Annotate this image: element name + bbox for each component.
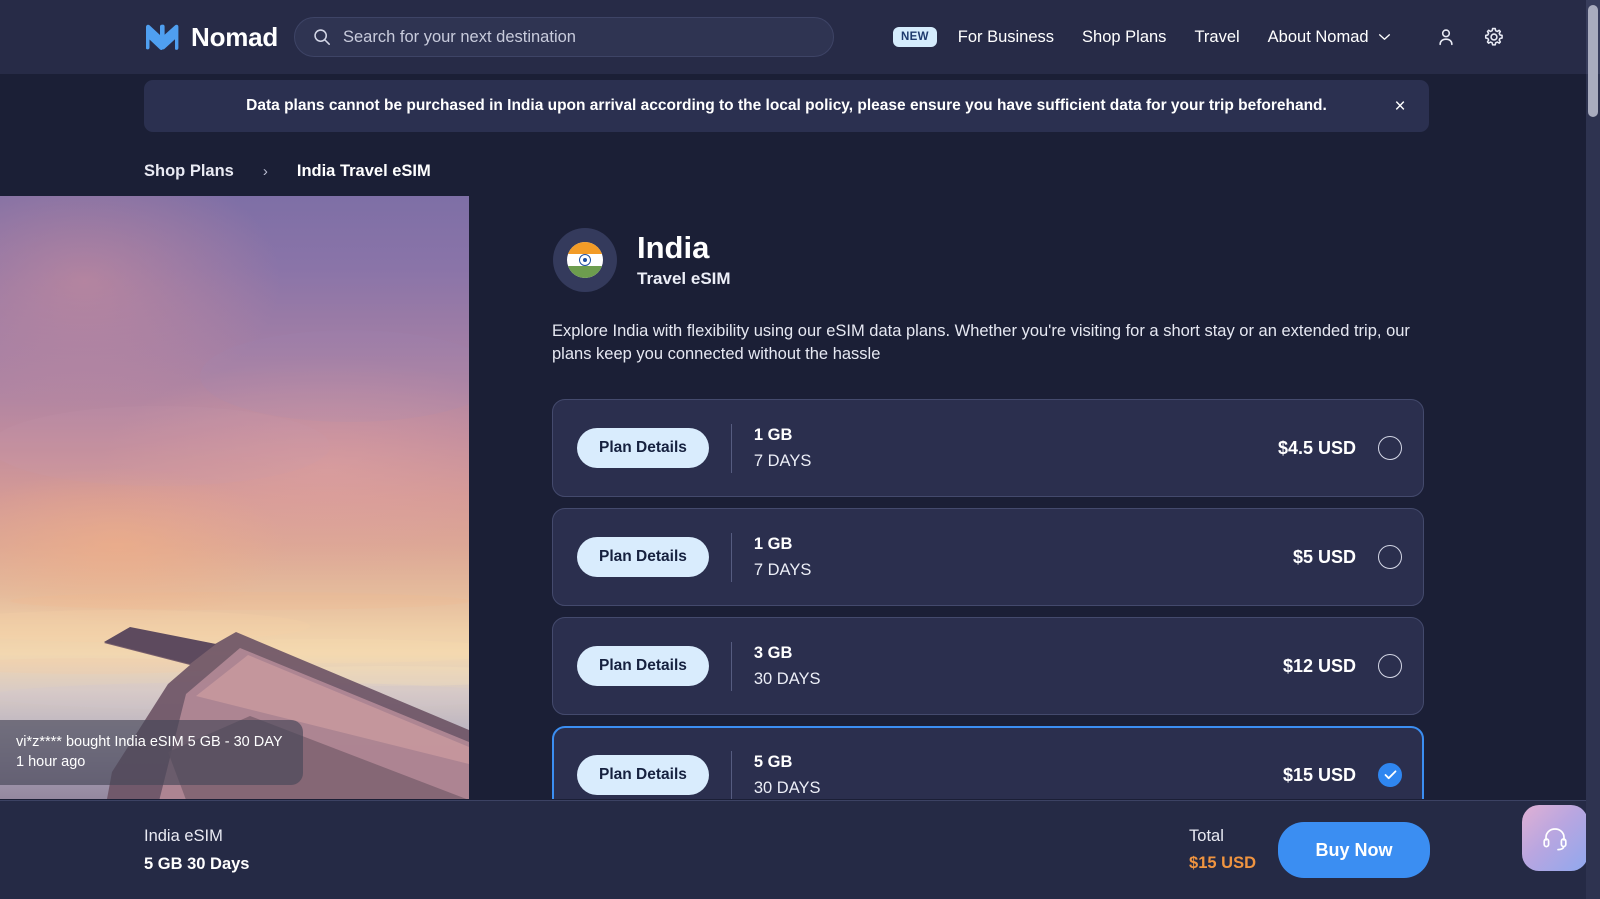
ashoka-chakra-icon xyxy=(579,254,591,266)
purchase-toast: vi*z**** bought India eSIM 5 GB - 30 DAY… xyxy=(0,720,303,785)
flag-band-green xyxy=(567,266,603,278)
nav-item-about-nomad-label: About Nomad xyxy=(1268,28,1369,47)
plan-select-radio[interactable] xyxy=(1378,545,1402,569)
plan-card[interactable]: Plan Details 1 GB 7 DAYS $5 USD xyxy=(552,508,1424,606)
settings-button[interactable] xyxy=(1481,24,1507,50)
user-account-icon xyxy=(1435,26,1457,48)
total-block: Total $15 USD xyxy=(1189,827,1256,873)
nav-item-for-business[interactable]: For Business xyxy=(944,28,1068,47)
plan-select-radio[interactable] xyxy=(1378,436,1402,460)
plan-meta: 3 GB 30 DAYS xyxy=(754,644,821,689)
breadcrumb-current: India Travel eSIM xyxy=(297,162,431,181)
plan-price-group: $15 USD xyxy=(1283,763,1402,787)
nav-item-travel[interactable]: Travel xyxy=(1180,28,1253,47)
purchase-toast-text: vi*z**** bought India eSIM 5 GB - 30 DAY… xyxy=(16,732,285,772)
total-label: Total xyxy=(1189,827,1224,846)
plan-duration: 30 DAYS xyxy=(754,670,821,689)
cart-product-title: India eSIM xyxy=(144,827,249,846)
user-account-button[interactable] xyxy=(1433,24,1459,50)
chevron-down-icon xyxy=(1378,33,1391,41)
plan-duration: 7 DAYS xyxy=(754,561,811,580)
new-badge: NEW xyxy=(893,27,937,47)
plan-meta: 1 GB 7 DAYS xyxy=(754,426,811,471)
nomad-logo-icon xyxy=(144,22,180,52)
main-nav: NEW For Business Shop Plans Travel About… xyxy=(893,0,1507,74)
site-header: Nomad Search for your next destination N… xyxy=(0,0,1586,74)
plan-details-button[interactable]: Plan Details xyxy=(577,646,709,686)
breadcrumb-shop-plans[interactable]: Shop Plans xyxy=(144,162,234,181)
plan-duration: 7 DAYS xyxy=(754,452,811,471)
policy-notice-banner: Data plans cannot be purchased in India … xyxy=(144,80,1429,132)
plan-details-button[interactable]: Plan Details xyxy=(577,428,709,468)
support-chat-button[interactable] xyxy=(1522,805,1588,871)
plan-select-radio-checked[interactable] xyxy=(1378,763,1402,787)
plan-price: $5 USD xyxy=(1293,547,1356,568)
india-flag-icon xyxy=(567,242,603,278)
airplane-wing xyxy=(0,196,469,799)
plan-price: $12 USD xyxy=(1283,656,1356,677)
plan-data-amount: 3 GB xyxy=(754,644,821,663)
page-scrollbar[interactable] xyxy=(1586,0,1600,899)
product-titles: India Travel eSIM xyxy=(637,231,731,290)
product-header: India Travel eSIM xyxy=(553,228,731,292)
search-icon xyxy=(313,28,331,46)
breadcrumb-separator-icon: › xyxy=(234,163,297,180)
plan-price: $15 USD xyxy=(1283,765,1356,786)
search-input[interactable]: Search for your next destination xyxy=(294,17,834,57)
plan-select-radio[interactable] xyxy=(1378,654,1402,678)
flag-band-saffron xyxy=(567,242,603,254)
cart-summary: India eSIM 5 GB 30 Days xyxy=(144,827,249,874)
plan-data-amount: 5 GB xyxy=(754,753,821,772)
check-icon xyxy=(1384,770,1397,780)
divider xyxy=(731,642,732,691)
gear-icon xyxy=(1483,26,1505,48)
flag-avatar xyxy=(553,228,617,292)
plan-details-button[interactable]: Plan Details xyxy=(577,755,709,795)
scrollbar-thumb[interactable] xyxy=(1588,5,1598,117)
product-panel: India Travel eSIM Explore India with fle… xyxy=(469,196,1586,799)
plan-price-group: $4.5 USD xyxy=(1278,436,1402,460)
cart-product-plan: 5 GB 30 Days xyxy=(144,855,249,874)
policy-notice-text: Data plans cannot be purchased in India … xyxy=(246,97,1327,115)
page-title: India xyxy=(637,231,731,266)
product-description: Explore India with flexibility using our… xyxy=(552,320,1432,367)
plan-card[interactable]: Plan Details 3 GB 30 DAYS $12 USD xyxy=(552,617,1424,715)
plan-price-group: $5 USD xyxy=(1293,545,1402,569)
product-subtitle: Travel eSIM xyxy=(637,269,731,289)
plan-card[interactable]: Plan Details 1 GB 7 DAYS $4.5 USD xyxy=(552,399,1424,497)
plan-duration: 30 DAYS xyxy=(754,779,821,798)
divider xyxy=(731,533,732,582)
plan-details-button[interactable]: Plan Details xyxy=(577,537,709,577)
plan-price: $4.5 USD xyxy=(1278,438,1356,459)
close-icon[interactable]: × xyxy=(1390,96,1410,116)
brand-name: Nomad xyxy=(191,22,278,53)
breadcrumb: Shop Plans › India Travel eSIM xyxy=(144,162,431,181)
headset-icon xyxy=(1541,824,1569,852)
plan-meta: 1 GB 7 DAYS xyxy=(754,535,811,580)
plan-list: Plan Details 1 GB 7 DAYS $4.5 USD Plan D… xyxy=(552,399,1424,799)
plan-card-selected[interactable]: Plan Details 5 GB 30 DAYS $15 USD xyxy=(552,726,1424,799)
nav-item-shop-plans[interactable]: Shop Plans xyxy=(1068,28,1180,47)
checkout-bar: India eSIM 5 GB 30 Days Total $15 USD Bu… xyxy=(0,800,1586,899)
plan-data-amount: 1 GB xyxy=(754,426,811,445)
nav-item-about-nomad[interactable]: About Nomad xyxy=(1254,28,1405,47)
plan-meta: 5 GB 30 DAYS xyxy=(754,753,821,798)
page-root: Nomad Search for your next destination N… xyxy=(0,0,1600,899)
total-value: $15 USD xyxy=(1189,854,1256,873)
divider xyxy=(731,751,732,800)
hero-image: vi*z**** bought India eSIM 5 GB - 30 DAY… xyxy=(0,196,469,799)
brand-logo[interactable]: Nomad xyxy=(144,22,278,53)
search-placeholder: Search for your next destination xyxy=(343,28,576,47)
plan-price-group: $12 USD xyxy=(1283,654,1402,678)
plan-data-amount: 1 GB xyxy=(754,535,811,554)
divider xyxy=(731,424,732,473)
buy-now-button[interactable]: Buy Now xyxy=(1278,822,1430,878)
